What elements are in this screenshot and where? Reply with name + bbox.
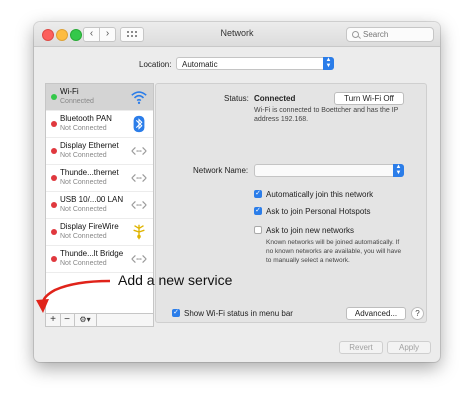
service-name: Thunde...thernet [60,168,119,177]
service-item-display-firewire[interactable]: Display FireWire Not Connected [46,219,153,246]
service-list-toolbar: + − ⚙▾ [45,313,154,327]
firewire-icon [133,224,145,240]
status-dot [51,229,57,235]
auto-join-label: Automatically join this network [266,190,374,199]
forward-button[interactable]: › [99,27,116,42]
ask-new-desc-line2: no known networks are available, you wil… [266,248,402,255]
ethernet-arrows-icon [131,146,147,156]
service-status: Connected [60,98,94,105]
service-name: Bluetooth PAN [60,114,112,123]
popup-arrows-icon: ▲ ▼ [393,164,404,177]
status-dot [51,94,57,100]
service-item-thunderbolt-bridge[interactable]: Thunde...lt Bridge Not Connected [46,246,153,273]
location-popup[interactable]: Automatic ▲ ▼ [176,57,334,70]
bluetooth-icon [133,115,145,133]
add-service-button[interactable]: + [46,314,61,326]
popup-arrows-icon: ▲ ▼ [323,57,334,70]
service-status: Not Connected [60,125,107,132]
network-name-label: Network Name: [193,166,249,175]
service-name: Display Ethernet [60,141,119,150]
location-value: Automatic [182,60,218,69]
service-item-usb-lan[interactable]: USB 10/...00 LAN Not Connected [46,192,153,219]
ask-new-networks-checkbox[interactable] [254,226,262,234]
zoom-window-button[interactable] [70,29,82,41]
service-status: Not Connected [60,152,107,159]
service-status: Not Connected [60,233,107,240]
close-window-button[interactable] [42,29,54,41]
advanced-button[interactable]: Advanced... [346,307,406,320]
status-label: Status: [224,94,249,103]
show-all-grid-button[interactable] [120,27,144,42]
minimize-window-button[interactable] [56,29,68,41]
status-value: Connected [254,94,296,103]
location-label: Location: [139,60,172,69]
auto-join-checkbox[interactable]: ✓ [254,190,262,198]
service-name: Wi-Fi [60,87,79,96]
action-menu-button[interactable]: ⚙▾ [74,314,97,326]
title-bar: ‹ › Network [34,22,440,47]
status-dot [51,202,57,208]
ethernet-arrows-icon [131,200,147,210]
remove-service-button[interactable]: − [60,314,75,326]
service-status: Not Connected [60,260,107,267]
back-button[interactable]: ‹ [83,27,100,42]
ask-new-desc-line3: to manually select a network. [266,257,350,264]
network-name-popup[interactable]: ▲ ▼ [254,164,404,177]
wifi-icon [131,91,147,105]
ethernet-arrows-icon [131,173,147,183]
status-description-line2: address 192.168. [254,116,309,123]
turn-wifi-off-button[interactable]: Turn Wi-Fi Off [334,92,404,105]
search-icon [352,31,359,38]
search-field[interactable] [346,27,434,42]
status-dot [51,121,57,127]
service-item-display-ethernet[interactable]: Display Ethernet Not Connected [46,138,153,165]
service-name: USB 10/...00 LAN [60,195,124,204]
service-status: Not Connected [60,179,107,186]
service-item-wifi[interactable]: Wi-Fi Connected [46,84,153,111]
ask-new-networks-label: Ask to join new networks [266,226,355,235]
show-status-menubar-checkbox[interactable]: ✓ [172,309,180,317]
ethernet-arrows-icon [131,254,147,264]
search-input[interactable] [363,28,429,41]
annotation-label: Add a new service [118,272,233,288]
help-button[interactable]: ? [411,307,424,320]
service-name: Thunde...lt Bridge [60,249,124,258]
show-status-menubar-label: Show Wi-Fi status in menu bar [184,309,293,318]
apply-button[interactable]: Apply [387,341,431,354]
personal-hotspots-label: Ask to join Personal Hotspots [266,207,371,216]
network-preferences-window: ‹ › Network Location: Automatic ▲▼ Wi-Fi… [34,22,440,362]
status-description-line1: Wi-Fi is connected to Boettcher and has … [254,107,399,114]
service-item-thunderbolt-ethernet[interactable]: Thunde...thernet Not Connected [46,165,153,192]
status-dot [51,175,57,181]
service-name: Display FireWire [60,222,119,231]
personal-hotspots-checkbox[interactable]: ✓ [254,207,262,215]
service-status: Not Connected [60,206,107,213]
ask-new-desc-line1: Known networks will be joined automatica… [266,239,400,246]
status-dot [51,256,57,262]
revert-button[interactable]: Revert [339,341,383,354]
service-item-bluetooth-pan[interactable]: Bluetooth PAN Not Connected [46,111,153,138]
status-dot [51,148,57,154]
